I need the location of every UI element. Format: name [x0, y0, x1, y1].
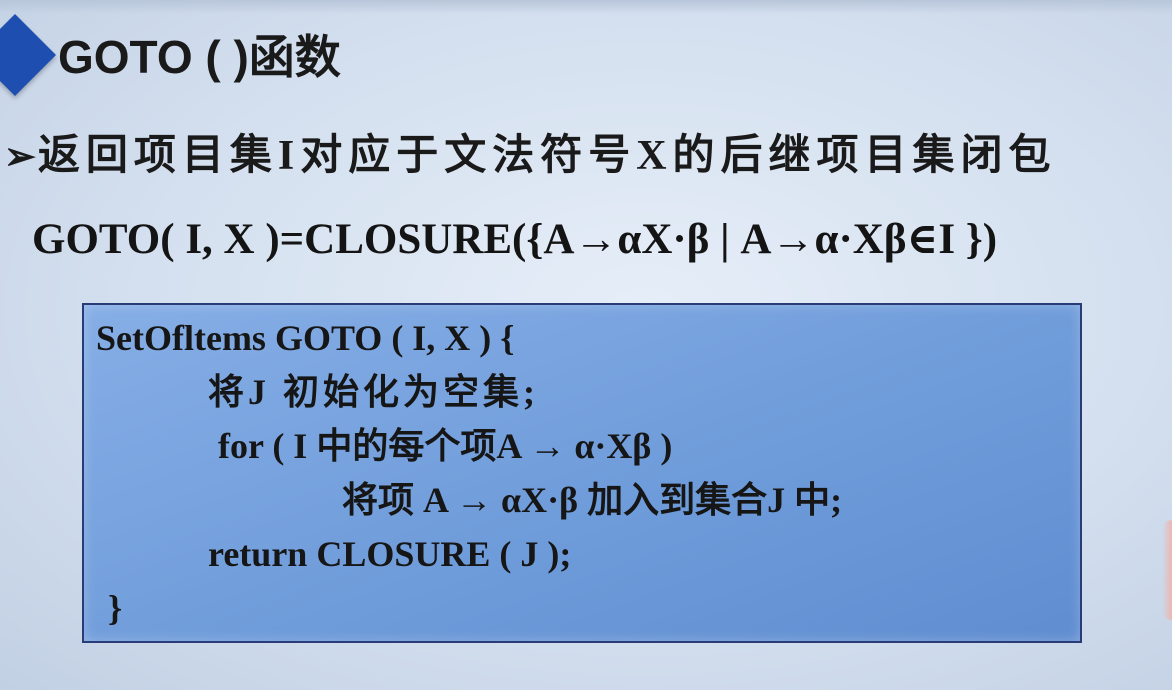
code-line-init: 将J 初始化为空集;	[208, 372, 539, 412]
code-line-return: return CLOSURE ( J );	[208, 534, 572, 574]
slide-title: GOTO ( )函数	[58, 31, 341, 83]
bullet-point: ➢返回项目集I对应于文法符号X的后继项目集闭包	[4, 126, 1057, 186]
code-line-add: 将项 A → αX·β 加入到集合J 中;	[342, 480, 843, 520]
bullet-text: 返回项目集I对应于文法符号X的后继项目集闭包	[37, 133, 1057, 179]
bullet-arrow-icon: ➢	[4, 136, 36, 178]
code-block: SetOfltems GOTO ( I, X ) { 将J 初始化为空集; fo…	[82, 303, 1082, 643]
code-line-close: }	[108, 588, 123, 628]
top-shade	[0, 0, 1172, 14]
right-edge-decoration	[1162, 520, 1172, 620]
code-line-signature: SetOfltems GOTO ( I, X ) {	[96, 318, 515, 358]
code-line-for: for ( I 中的每个项A → α·Xβ )	[218, 426, 673, 466]
goto-formula: GOTO( I, X )=CLOSURE({A→αX·β | A→α·Xβ∈I …	[32, 216, 998, 263]
title-diamond-icon	[0, 13, 57, 97]
